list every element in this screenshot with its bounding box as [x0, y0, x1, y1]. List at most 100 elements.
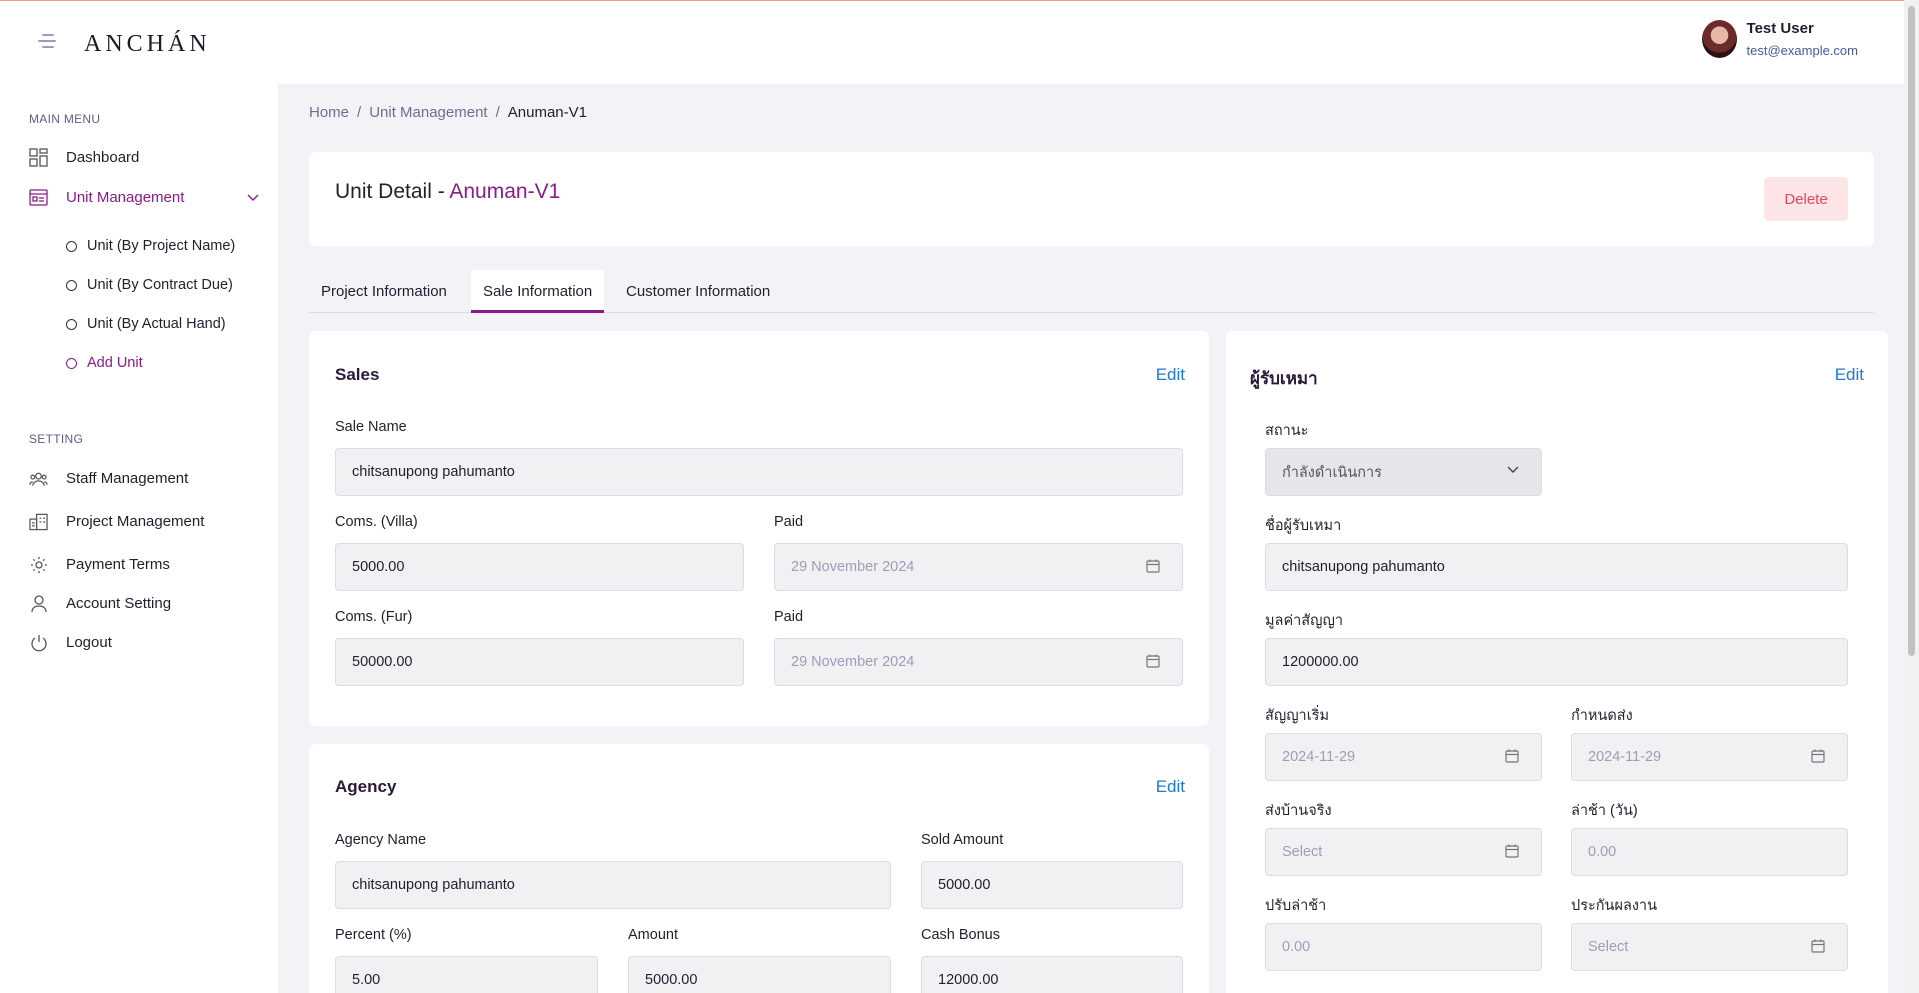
calendar-icon[interactable]	[1505, 844, 1519, 858]
main-menu-title: MAIN MENU	[29, 112, 101, 126]
sidebar-label-unit-management: Unit Management	[66, 189, 185, 206]
page-title: Unit Detail - Anuman-V1	[335, 180, 560, 204]
coms-villa-field[interactable]: 5000.00	[335, 543, 744, 591]
delay-fine-label: ปรับล่าช้า	[1265, 898, 1327, 914]
sidebar-sub-by-actual-hand[interactable]: Unit (By Actual Hand)	[66, 316, 226, 332]
agency-name-field[interactable]: chitsanupong pahumanto	[335, 861, 891, 909]
sidebar-sub-by-contract-due[interactable]: Unit (By Contract Due)	[66, 277, 233, 293]
dashboard-icon	[29, 148, 48, 167]
coms-fur-label: Coms. (Fur)	[335, 609, 413, 625]
breadcrumb: Home / Unit Management / Anuman-V1	[309, 104, 587, 121]
chevron-down-icon	[1507, 463, 1519, 477]
app-logo[interactable]: ANCHÁN	[84, 31, 211, 58]
actual-handover-field[interactable]: Select	[1265, 828, 1542, 876]
circle-icon	[66, 318, 77, 330]
sidebar-item-logout[interactable]: Logout	[29, 633, 259, 652]
contract-value-label: มูลค่าสัญญา	[1265, 613, 1343, 629]
contractor-edit-link[interactable]: Edit	[1835, 365, 1864, 385]
sales-edit-link[interactable]: Edit	[1156, 365, 1185, 385]
sale-name-field[interactable]: chitsanupong pahumanto	[335, 448, 1183, 496]
calendar-icon[interactable]	[1146, 559, 1160, 573]
power-icon	[29, 633, 48, 652]
agency-edit-link[interactable]: Edit	[1156, 777, 1185, 797]
user-profile[interactable]: Test User test@example.com	[1701, 20, 1858, 58]
warranty-value: Select	[1588, 939, 1629, 955]
sold-amount-field[interactable]: 5000.00	[921, 861, 1183, 909]
sidebar-item-dashboard[interactable]: Dashboard	[29, 148, 259, 167]
delay-days-field[interactable]: 0.00	[1571, 828, 1848, 876]
paid-fur-date-value: 29 November 2024	[791, 654, 915, 670]
breadcrumb-unit-management[interactable]: Unit Management	[369, 104, 487, 121]
cash-bonus-field[interactable]: 12000.00	[921, 956, 1183, 993]
breadcrumb-current: Anuman-V1	[507, 104, 587, 121]
calendar-icon[interactable]	[1811, 749, 1825, 763]
menu-toggle-icon[interactable]	[38, 34, 58, 50]
contractor-name-field[interactable]: chitsanupong pahumanto	[1265, 543, 1848, 591]
building-icon	[29, 512, 48, 531]
sidebar-item-project-management[interactable]: Project Management	[29, 512, 259, 531]
circle-icon	[66, 240, 77, 252]
circle-icon	[66, 279, 77, 291]
amount-field[interactable]: 5000.00	[628, 956, 891, 993]
actual-handover-value: Select	[1282, 844, 1323, 860]
delay-days-label: ล่าช้า (วัน)	[1571, 803, 1638, 819]
sidebar-label-payment: Payment Terms	[66, 556, 170, 573]
warranty-field[interactable]: Select	[1571, 923, 1848, 971]
contract-start-value: 2024-11-29	[1282, 749, 1356, 765]
top-bar: ANCHÁN Test User test@example.com	[0, 0, 1904, 84]
percent-field[interactable]: 5.00	[335, 956, 598, 993]
breadcrumb-separator: /	[357, 104, 362, 121]
paid-villa-date-field[interactable]: 29 November 2024	[774, 543, 1183, 591]
delay-fine-field[interactable]: 0.00	[1265, 923, 1542, 971]
sidebar-label-dashboard: Dashboard	[66, 149, 140, 166]
cash-bonus-label: Cash Bonus	[921, 927, 1000, 943]
paid-villa-label: Paid	[774, 514, 804, 530]
sidebar-label-account: Account Setting	[66, 595, 172, 612]
setting-title: SETTING	[29, 432, 84, 446]
sidebar-item-account-setting[interactable]: Account Setting	[29, 594, 259, 613]
sidebar-item-unit-management[interactable]: Unit Management	[29, 188, 259, 207]
avatar[interactable]	[1701, 20, 1737, 58]
circle-icon	[66, 357, 77, 369]
status-select[interactable]: กำลังดำเนินการ	[1265, 448, 1542, 496]
sales-card: Sales Edit Sale Name chitsanupong pahuma…	[309, 331, 1209, 726]
tab-project-information[interactable]: Project Information	[309, 270, 459, 313]
page-scrollbar[interactable]	[1904, 0, 1919, 993]
due-date-field[interactable]: 2024-11-29	[1571, 733, 1848, 781]
tab-customer-information[interactable]: Customer Information	[614, 270, 782, 313]
calendar-icon[interactable]	[1146, 654, 1160, 668]
delete-button[interactable]: Delete	[1764, 177, 1848, 221]
sidebar-label-project: Project Management	[66, 513, 205, 530]
breadcrumb-separator: /	[495, 104, 500, 121]
paid-fur-date-field[interactable]: 29 November 2024	[774, 638, 1183, 686]
sidebar-item-staff-management[interactable]: Staff Management	[29, 469, 259, 488]
users-icon	[29, 469, 48, 488]
sidebar-sub-label: Unit (By Contract Due)	[87, 277, 233, 293]
actual-handover-label: ส่งบ้านจริง	[1265, 803, 1332, 819]
status-select-value: กำลังดำเนินการ	[1282, 464, 1382, 481]
sidebar-sub-add-unit[interactable]: Add Unit	[66, 355, 143, 371]
warranty-label: ประกันผลงาน	[1571, 898, 1657, 914]
scrollbar-thumb[interactable]	[1908, 6, 1915, 656]
tab-sale-information[interactable]: Sale Information	[471, 270, 605, 313]
percent-label: Percent (%)	[335, 927, 412, 943]
contractor-title: ผู้รับเหมา	[1250, 369, 1318, 388]
calendar-icon[interactable]	[1505, 749, 1519, 763]
contract-start-field[interactable]: 2024-11-29	[1265, 733, 1542, 781]
contract-value-field[interactable]: 1200000.00	[1265, 638, 1848, 686]
agency-card: Agency Edit Agency Name chitsanupong pah…	[309, 744, 1209, 993]
contract-start-label: สัญญาเริ่ม	[1265, 708, 1330, 724]
coms-fur-field[interactable]: 50000.00	[335, 638, 744, 686]
user-email: test@example.com	[1746, 43, 1858, 58]
tab-bar: Project Information Sale Information Cus…	[309, 270, 1874, 313]
sidebar-item-payment-terms[interactable]: Payment Terms	[29, 555, 259, 574]
breadcrumb-home[interactable]: Home	[309, 104, 349, 121]
page-title-unit: Anuman-V1	[449, 180, 561, 203]
coms-villa-label: Coms. (Villa)	[335, 514, 418, 530]
calendar-icon[interactable]	[1811, 939, 1825, 953]
due-date-value: 2024-11-29	[1588, 749, 1662, 765]
sidebar-sub-by-project-name[interactable]: Unit (By Project Name)	[66, 238, 235, 254]
sidebar-sub-label: Unit (By Actual Hand)	[87, 316, 226, 332]
sale-name-label: Sale Name	[335, 419, 407, 435]
sales-title: Sales	[335, 365, 380, 384]
